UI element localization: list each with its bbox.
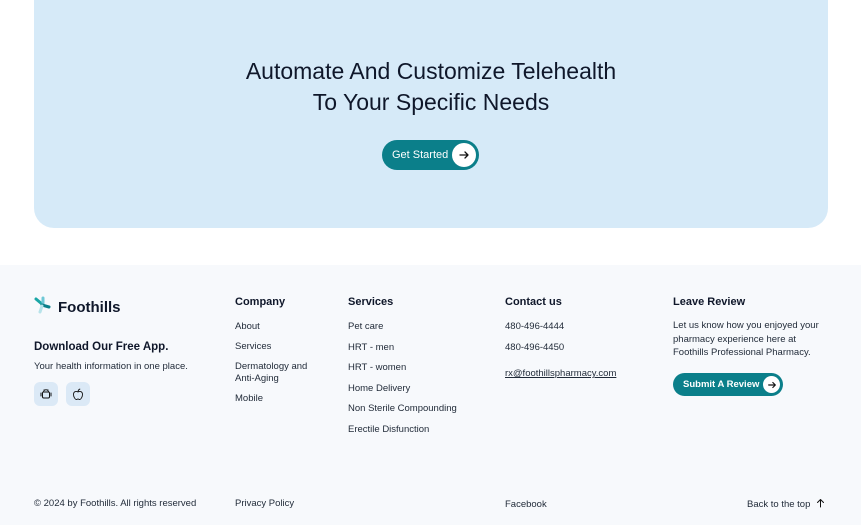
facebook-link[interactable]: Facebook <box>505 499 547 510</box>
footer-link-non-sterile-compounding[interactable]: Non Sterile Compounding <box>348 403 488 415</box>
back-to-top-label: Back to the top <box>747 499 811 510</box>
footer-link-services[interactable]: Services <box>235 341 325 353</box>
company-heading: Company <box>235 296 286 308</box>
contact-heading: Contact us <box>505 296 562 308</box>
submit-review-label: Submit A Review <box>683 379 760 390</box>
footer-link-mobile[interactable]: Mobile <box>235 393 325 405</box>
back-to-top-link[interactable]: Back to the top <box>747 498 825 511</box>
arrow-right-icon <box>452 143 476 167</box>
footer-services-column: Services Pet care HRT - men HRT - women … <box>348 296 488 436</box>
cta-banner: Automate And Customize Telehealth To You… <box>34 0 828 228</box>
arrow-right-icon <box>763 376 780 393</box>
contact-phone-1[interactable]: 480-496-4444 <box>505 321 645 333</box>
footer-link-dermatology[interactable]: Dermatology and Anti-Aging <box>235 361 313 385</box>
foothills-logo-icon <box>34 295 52 320</box>
brand-logo[interactable]: Foothills <box>34 295 121 320</box>
footer-link-erectile-disfunction[interactable]: Erectile Disfunction <box>348 424 488 436</box>
android-icon[interactable] <box>34 382 58 406</box>
get-started-label: Get Started <box>392 149 449 161</box>
footer-company-column: Company About Services Dermatology and A… <box>235 296 325 405</box>
footer-review-column: Leave Review Let us know how you enjoyed… <box>673 296 833 360</box>
footer-link-hrt-men[interactable]: HRT - men <box>348 342 488 354</box>
review-description: Let us know how you enjoyed your pharmac… <box>673 320 819 358</box>
privacy-policy-link[interactable]: Privacy Policy <box>235 498 294 509</box>
apple-icon[interactable] <box>66 382 90 406</box>
arrow-up-icon <box>816 498 825 511</box>
cta-title-line-1: Automate And Customize Telehealth <box>245 58 617 84</box>
footer-link-about[interactable]: About <box>235 321 325 333</box>
brand-name: Foothills <box>58 299 121 316</box>
submit-review-button[interactable]: Submit A Review <box>673 373 783 396</box>
footer: Foothills Download Our Free App. Your he… <box>0 265 861 525</box>
contact-phone-2[interactable]: 480-496-4450 <box>505 342 645 354</box>
footer-link-hrt-women[interactable]: HRT - women <box>348 362 488 374</box>
get-started-button[interactable]: Get Started <box>382 140 479 170</box>
copyright-text: © 2024 by Foothills. All rights reserved <box>34 498 197 509</box>
cta-title-line-2: To Your Specific Needs <box>312 89 550 115</box>
footer-contact-column: Contact us 480-496-4444 480-496-4450 rx@… <box>505 296 645 381</box>
contact-email-link[interactable]: rx@foothillspharmacy.com <box>505 368 616 380</box>
services-heading: Services <box>348 296 394 308</box>
review-heading: Leave Review <box>673 296 746 308</box>
cta-title: Automate And Customize Telehealth To You… <box>34 56 828 118</box>
app-download-subtitle: Your health information in one place. <box>34 361 188 372</box>
footer-link-pet-care[interactable]: Pet care <box>348 321 488 333</box>
app-download-title: Download Our Free App. <box>34 341 169 353</box>
footer-link-home-delivery[interactable]: Home Delivery <box>348 383 488 395</box>
